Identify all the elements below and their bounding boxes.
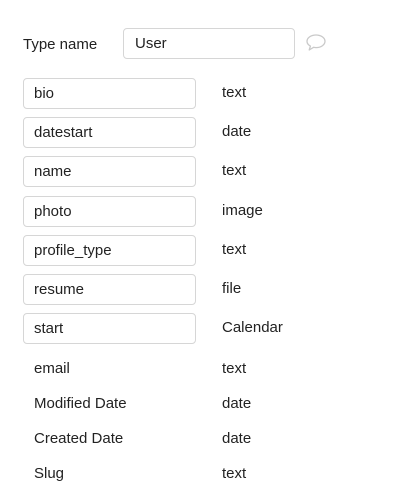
type-name-input[interactable] <box>123 28 295 59</box>
field-name-input[interactable]: bio <box>23 78 196 109</box>
field-name-input[interactable]: datestart <box>23 117 196 148</box>
field-row-profile-type: profile_type text <box>0 235 408 267</box>
field-name-text: email <box>34 360 70 377</box>
speech-bubble-icon[interactable] <box>305 33 327 53</box>
field-type-label: text <box>222 465 247 482</box>
field-name-input[interactable]: start <box>23 313 196 344</box>
field-row-email: email text <box>0 353 408 385</box>
field-row-modified-date: Modified Date date <box>0 388 408 420</box>
field-type-label: date <box>222 123 252 140</box>
field-name-input[interactable]: profile_type <box>23 235 196 266</box>
field-row-photo: photo image <box>0 196 408 228</box>
field-row-start: start Calendar <box>0 313 408 345</box>
field-type-label: text <box>222 360 247 377</box>
field-row-resume: resume file <box>0 274 408 306</box>
field-name-input[interactable]: photo <box>23 196 196 227</box>
field-row-created-date: Created Date date <box>0 423 408 455</box>
field-type-label: text <box>222 84 247 101</box>
field-type-label: date <box>222 430 252 447</box>
field-type-label: file <box>222 280 242 297</box>
field-name-input[interactable]: resume <box>23 274 196 305</box>
type-header: Type name <box>0 0 408 70</box>
field-type-label: date <box>222 395 252 412</box>
field-row-name: name text <box>0 156 408 188</box>
field-type-label: Calendar <box>222 319 283 336</box>
field-row-slug: Slug text <box>0 458 408 490</box>
field-type-label: text <box>222 162 247 179</box>
field-type-label: text <box>222 241 247 258</box>
field-name-text: Slug <box>34 465 65 482</box>
field-row-datestart: datestart date <box>0 117 408 149</box>
field-row-bio: bio text <box>0 78 408 110</box>
field-name-input[interactable]: name <box>23 156 196 187</box>
field-name-text: Modified Date <box>34 395 127 412</box>
field-type-label: image <box>222 202 263 219</box>
type-name-label: Type name <box>23 36 98 53</box>
field-name-text: Created Date <box>34 430 124 447</box>
